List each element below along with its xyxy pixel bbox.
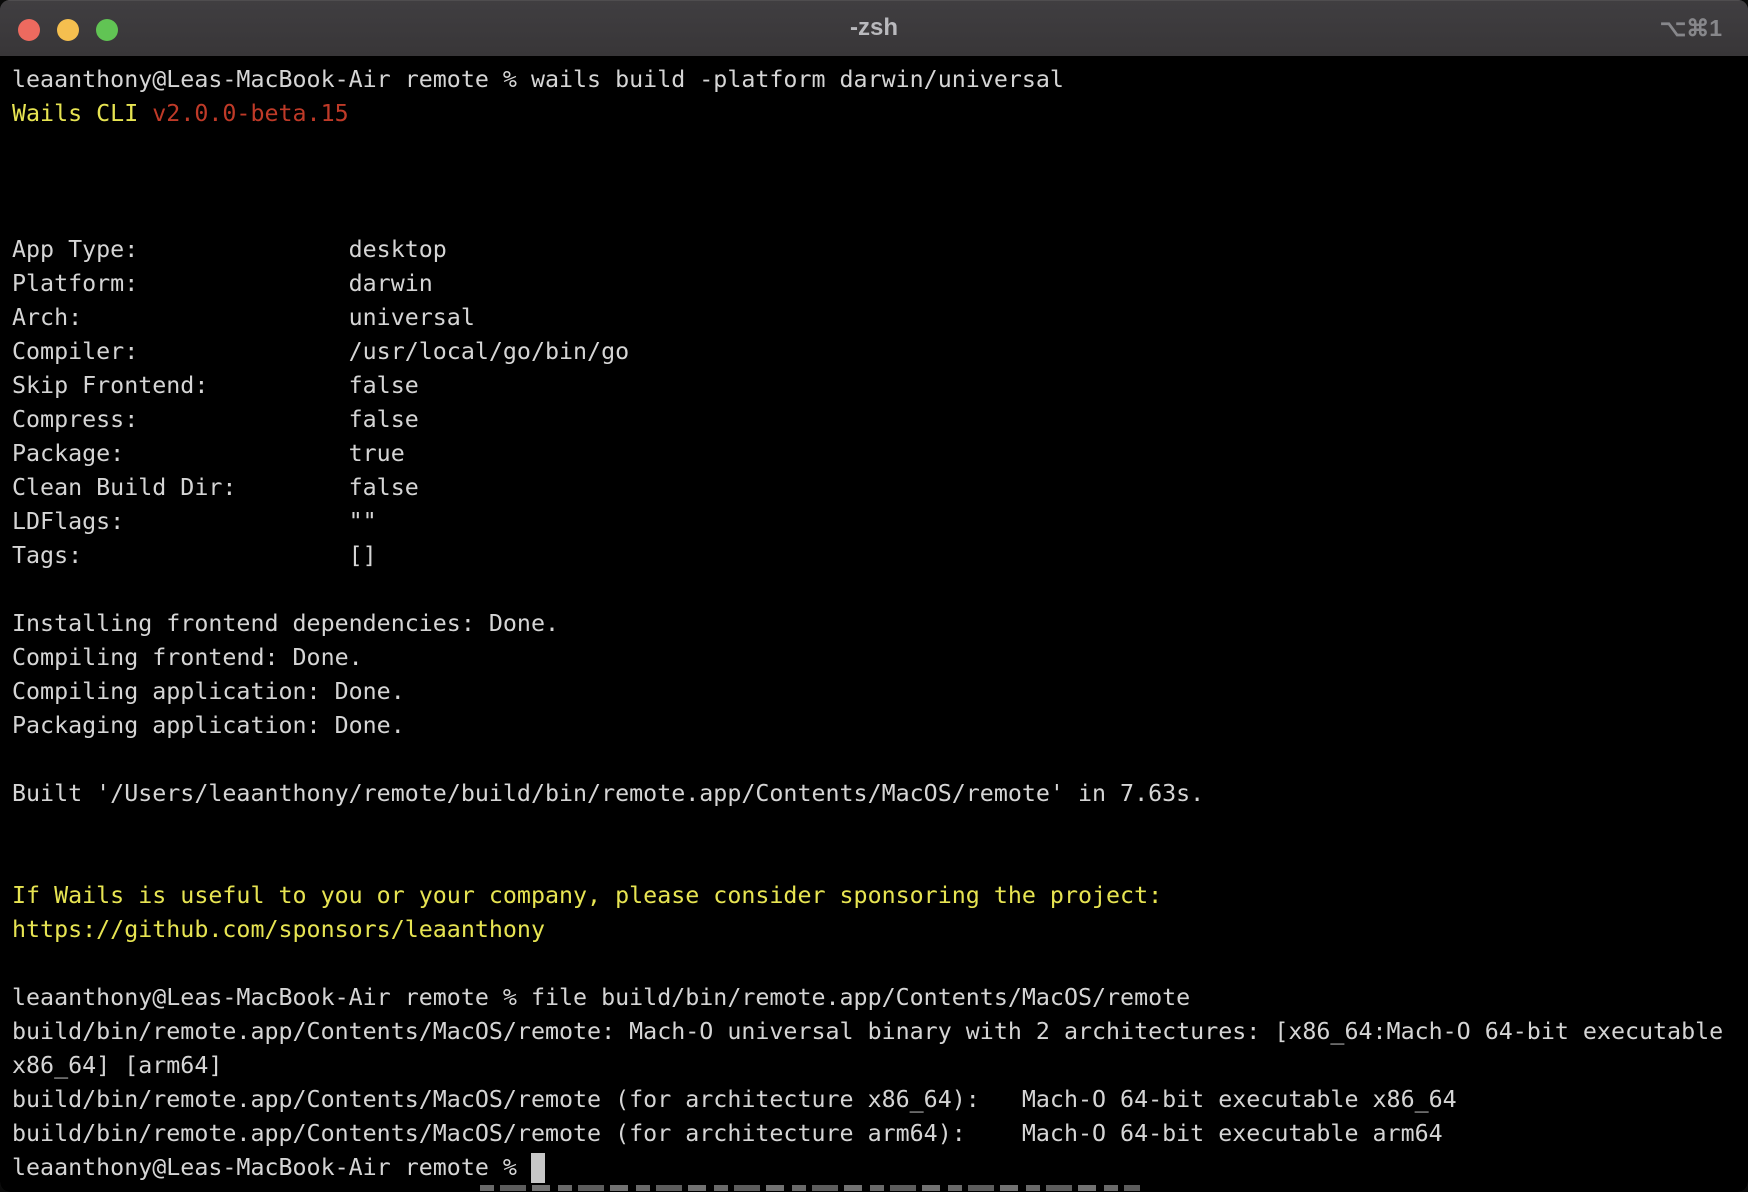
terminal-line: leaanthony@Leas-MacBook-Air remote % fil…: [12, 981, 1736, 1015]
terminal-screen[interactable]: leaanthony@Leas-MacBook-Air remote % wai…: [0, 56, 1748, 1192]
terminal-line: [12, 811, 1736, 845]
terminal-text-segment: Compress: false: [12, 406, 419, 433]
terminal-line: Package: true: [12, 437, 1736, 471]
terminal-line: Compiler: /usr/local/go/bin/go: [12, 335, 1736, 369]
terminal-text-segment: v2.0.0-beta.15: [152, 100, 348, 127]
terminal-line: Installing frontend dependencies: Done.: [12, 607, 1736, 641]
terminal-text-segment: Compiling application: Done.: [12, 678, 405, 705]
window-title: -zsh: [0, 0, 1748, 56]
terminal-text-segment: Packaging application: Done.: [12, 712, 405, 739]
terminal-line: Platform: darwin: [12, 267, 1736, 301]
clipped-text-fragment: [480, 1185, 1140, 1191]
terminal-line: LDFlags: "": [12, 505, 1736, 539]
terminal-text-segment: https://github.com/sponsors/leaanthony: [12, 916, 545, 943]
tab-shortcut-badge: ⌥⌘1: [1660, 0, 1722, 56]
terminal-line: leaanthony@Leas-MacBook-Air remote %: [12, 1151, 1736, 1185]
terminal-cursor[interactable]: [531, 1153, 545, 1183]
terminal-text-segment: Installing frontend dependencies: Done.: [12, 610, 559, 637]
terminal-text-segment: x86_64] [arm64]: [12, 1052, 222, 1079]
terminal-line: [12, 573, 1736, 607]
terminal-line: Clean Build Dir: false: [12, 471, 1736, 505]
terminal-text-segment: Wails CLI: [12, 100, 152, 127]
terminal-line: [12, 743, 1736, 777]
terminal-text-segment: Tags: []: [12, 542, 377, 569]
terminal-line: build/bin/remote.app/Contents/MacOS/remo…: [12, 1117, 1736, 1151]
terminal-line: [12, 199, 1736, 233]
terminal-line: leaanthony@Leas-MacBook-Air remote % wai…: [12, 63, 1736, 97]
terminal-output: leaanthony@Leas-MacBook-Air remote % wai…: [12, 63, 1736, 1185]
terminal-line: [12, 947, 1736, 981]
terminal-text-segment: leaanthony@Leas-MacBook-Air remote %: [12, 1154, 531, 1181]
terminal-line: Wails CLI v2.0.0-beta.15: [12, 97, 1736, 131]
terminal-text-segment: build/bin/remote.app/Contents/MacOS/remo…: [12, 1018, 1723, 1045]
terminal-text-segment: App Type: desktop: [12, 236, 447, 263]
terminal-line: Arch: universal: [12, 301, 1736, 335]
terminal-text-segment: leaanthony@Leas-MacBook-Air remote % fil…: [12, 984, 1190, 1011]
terminal-line: If Wails is useful to you or your compan…: [12, 879, 1736, 913]
terminal-line: [12, 845, 1736, 879]
terminal-text-segment: If Wails is useful to you or your compan…: [12, 882, 1162, 909]
terminal-text-segment: Platform: darwin: [12, 270, 433, 297]
terminal-text-segment: Built '/Users/leaanthony/remote/build/bi…: [12, 780, 1204, 807]
terminal-text-segment: Clean Build Dir: false: [12, 474, 419, 501]
terminal-text-segment: leaanthony@Leas-MacBook-Air remote % wai…: [12, 66, 1064, 93]
terminal-line: App Type: desktop: [12, 233, 1736, 267]
terminal-text-segment: build/bin/remote.app/Contents/MacOS/remo…: [12, 1120, 1443, 1147]
terminal-line: Tags: []: [12, 539, 1736, 573]
terminal-text-segment: Arch: universal: [12, 304, 475, 331]
terminal-line: build/bin/remote.app/Contents/MacOS/remo…: [12, 1083, 1736, 1117]
terminal-text-segment: Compiling frontend: Done.: [12, 644, 363, 671]
terminal-line: Skip Frontend: false: [12, 369, 1736, 403]
terminal-line: [12, 165, 1736, 199]
terminal-text-segment: LDFlags: "": [12, 508, 377, 535]
titlebar[interactable]: -zsh ⌥⌘1: [0, 0, 1748, 57]
terminal-text-segment: Package: true: [12, 440, 405, 467]
terminal-window: -zsh ⌥⌘1 leaanthony@Leas-MacBook-Air rem…: [0, 0, 1748, 1192]
terminal-line: x86_64] [arm64]: [12, 1049, 1736, 1083]
terminal-line: Compiling frontend: Done.: [12, 641, 1736, 675]
terminal-line: Compiling application: Done.: [12, 675, 1736, 709]
terminal-text-segment: build/bin/remote.app/Contents/MacOS/remo…: [12, 1086, 1457, 1113]
terminal-line: [12, 131, 1736, 165]
terminal-line: build/bin/remote.app/Contents/MacOS/remo…: [12, 1015, 1736, 1049]
terminal-line: Compress: false: [12, 403, 1736, 437]
terminal-line: Packaging application: Done.: [12, 709, 1736, 743]
terminal-text-segment: Skip Frontend: false: [12, 372, 419, 399]
terminal-text-segment: Compiler: /usr/local/go/bin/go: [12, 338, 629, 365]
terminal-line: Built '/Users/leaanthony/remote/build/bi…: [12, 777, 1736, 811]
terminal-line: https://github.com/sponsors/leaanthony: [12, 913, 1736, 947]
